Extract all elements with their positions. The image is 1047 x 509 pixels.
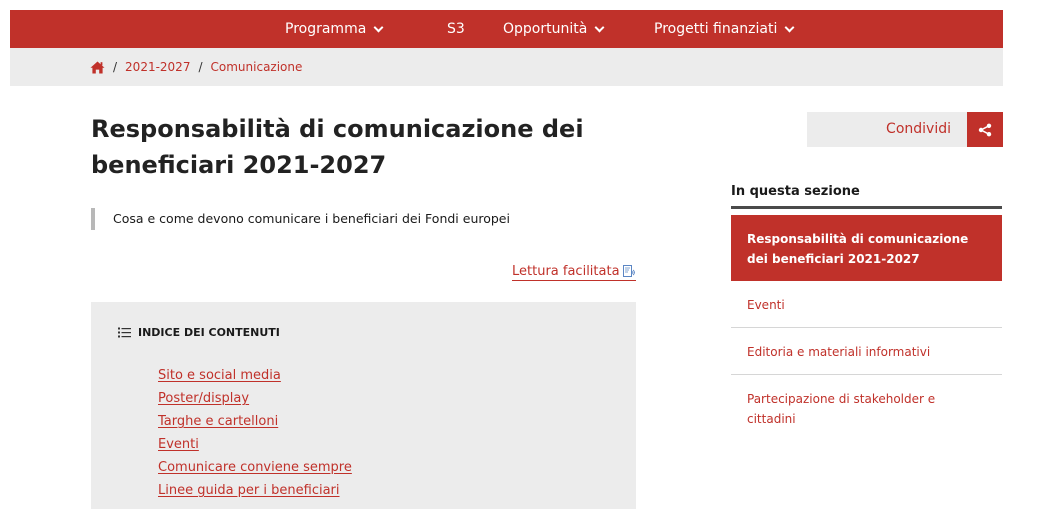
share-icon — [978, 123, 992, 136]
easy-read-link[interactable]: Lettura facilitata — [512, 264, 636, 281]
easy-read-label: Lettura facilitata — [512, 264, 620, 279]
sidebar-item-eventi[interactable]: Eventi — [731, 281, 1002, 328]
breadcrumb-link-2021-2027[interactable]: 2021-2027 — [125, 60, 190, 74]
easy-read-icon — [622, 265, 635, 277]
list-item: Sito e social media — [158, 364, 352, 387]
sidebar-menu: Responsabilità di comunicazione dei bene… — [731, 215, 1002, 437]
main-nav: Programma S3 Opportunità Progetti finanz… — [10, 10, 1003, 48]
share-label: Condividi — [886, 121, 951, 137]
nav-item-programma[interactable]: Programma — [285, 10, 384, 48]
share-icon-button[interactable] — [967, 112, 1003, 147]
nav-item-opportunita[interactable]: Opportunità — [503, 10, 605, 48]
sidebar-item-responsabilita[interactable]: Responsabilità di comunicazione dei bene… — [731, 215, 1002, 281]
sidebar-title: In questa sezione — [731, 184, 1002, 209]
chevron-down-icon — [784, 22, 795, 32]
toc-list: Sito e social media Poster/display Targh… — [158, 364, 352, 502]
toc-link-comunicare[interactable]: Comunicare conviene sempre — [158, 460, 352, 475]
nav-item-label: Programma — [285, 21, 367, 37]
breadcrumb: / 2021-2027 / Comunicazione — [90, 48, 302, 86]
toc-heading-label: INDICE DEI CONTENUTI — [138, 326, 280, 339]
list-item: Eventi — [158, 433, 352, 456]
toc-link-eventi[interactable]: Eventi — [158, 437, 199, 452]
chevron-down-icon — [373, 22, 384, 32]
list-item: Comunicare conviene sempre — [158, 456, 352, 479]
toc-heading: INDICE DEI CONTENUTI — [118, 326, 280, 339]
breadcrumb-link-comunicazione[interactable]: Comunicazione — [211, 60, 303, 74]
chevron-down-icon — [594, 22, 605, 32]
nav-item-label: Progetti finanziati — [654, 21, 778, 37]
nav-item-s3[interactable]: S3 — [447, 10, 465, 48]
nav-item-label: Opportunità — [503, 21, 588, 37]
list-item: Targhe e cartelloni — [158, 410, 352, 433]
page-lead: Cosa e come devono comunicare i benefici… — [91, 208, 510, 230]
list-icon — [118, 327, 131, 338]
sidebar-item-partecipazione[interactable]: Partecipazione di stakeholder e cittadin… — [731, 375, 1002, 437]
table-of-contents: INDICE DEI CONTENUTI Sito e social media… — [91, 302, 636, 509]
sidebar-item-editoria[interactable]: Editoria e materiali informativi — [731, 328, 1002, 375]
toc-link-poster[interactable]: Poster/display — [158, 391, 249, 406]
breadcrumb-separator: / — [113, 60, 118, 74]
share-button[interactable]: Condividi — [807, 112, 1003, 147]
breadcrumb-separator: / — [198, 60, 203, 74]
page-title: Responsabilità di comunicazione dei bene… — [91, 115, 584, 179]
list-item: Linee guida per i beneficiari — [158, 479, 352, 502]
nav-item-label: S3 — [447, 21, 465, 37]
breadcrumb-bar: / 2021-2027 / Comunicazione — [10, 48, 1003, 86]
nav-item-progetti-finanziati[interactable]: Progetti finanziati — [654, 10, 795, 48]
home-icon[interactable] — [90, 61, 105, 74]
list-item: Poster/display — [158, 387, 352, 410]
toc-link-targhe[interactable]: Targhe e cartelloni — [158, 414, 278, 429]
toc-link-sito-social[interactable]: Sito e social media — [158, 368, 281, 383]
toc-link-linee-guida[interactable]: Linee guida per i beneficiari — [158, 483, 340, 498]
